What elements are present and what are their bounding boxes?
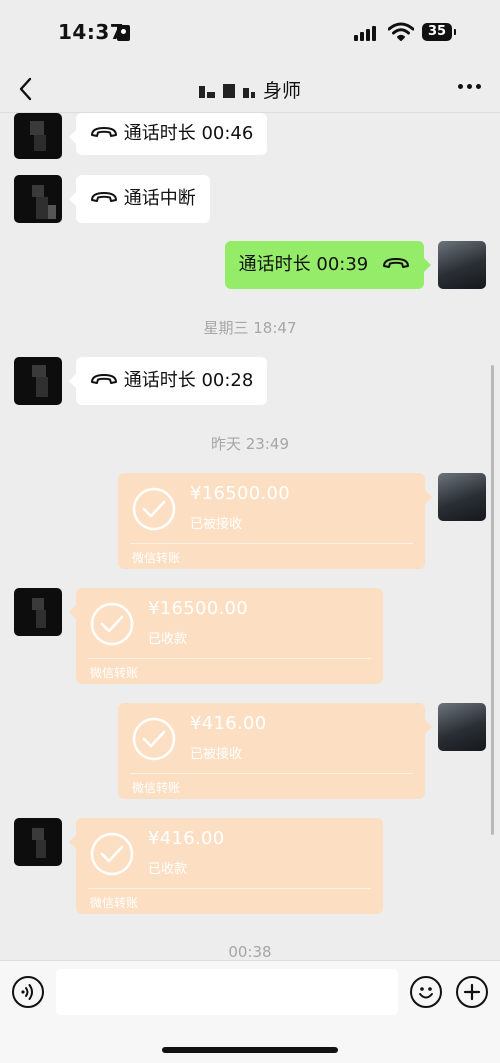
- call-message[interactable]: 通话时长 00:39: [224, 241, 432, 289]
- check-circle-icon: [90, 832, 134, 876]
- transfer-status: 已被接收: [190, 747, 243, 762]
- transfer-status: 已收款: [148, 862, 188, 877]
- message-list[interactable]: 通话时长 00:46 通话中断 通话时长 00:39 星期三 18:47 通话时…: [0, 113, 500, 960]
- ellipsis-icon[interactable]: [458, 84, 482, 92]
- contact-avatar[interactable]: [14, 357, 62, 405]
- transfer-card[interactable]: ¥16500.00 已收款 微信转账: [69, 588, 383, 684]
- contact-avatar[interactable]: [14, 175, 62, 223]
- scrollbar[interactable]: [491, 365, 494, 835]
- chat-title-text: 身师: [263, 80, 302, 102]
- transfer-amount: ¥416.00: [148, 828, 225, 849]
- user-avatar[interactable]: [438, 703, 486, 751]
- battery-indicator: 35: [422, 23, 456, 41]
- contact-avatar[interactable]: [14, 588, 62, 636]
- emoji-icon[interactable]: [410, 976, 442, 1008]
- message-input[interactable]: [56, 969, 398, 1015]
- call-text: 通话时长 00:39: [238, 254, 369, 275]
- transfer-label: 微信转账: [132, 551, 181, 565]
- user-avatar[interactable]: [438, 473, 486, 521]
- phone-icon: [91, 374, 117, 384]
- call-message[interactable]: 通话中断: [69, 175, 210, 223]
- transfer-amount: ¥416.00: [190, 713, 267, 734]
- check-circle-icon: [132, 717, 176, 761]
- transfer-amount: ¥16500.00: [148, 598, 249, 619]
- contact-avatar[interactable]: [14, 113, 62, 159]
- transfer-label: 微信转账: [132, 781, 181, 795]
- transfer-status: 已收款: [148, 632, 188, 647]
- contact-card-icon: [117, 25, 130, 41]
- plus-icon[interactable]: [456, 976, 488, 1008]
- call-text: 通话中断: [123, 188, 196, 209]
- timestamp: 星期三 18:47: [203, 319, 297, 337]
- timestamp: 00:38: [228, 943, 272, 960]
- transfer-label: 微信转账: [90, 896, 139, 910]
- voice-icon[interactable]: [12, 976, 44, 1008]
- phone-icon: [91, 192, 117, 202]
- status-bar: 14:37 35: [0, 0, 500, 66]
- wifi-icon: [388, 22, 414, 41]
- user-avatar[interactable]: [438, 241, 486, 289]
- contact-avatar[interactable]: [14, 818, 62, 866]
- transfer-status: 已被接收: [190, 517, 243, 532]
- call-text: 通话时长 00:46: [123, 123, 254, 144]
- divider: [130, 543, 413, 544]
- call-text: 通话时长 00:28: [123, 370, 254, 391]
- chat-title: 身师: [0, 76, 500, 103]
- divider: [130, 773, 413, 774]
- divider: [88, 888, 371, 889]
- home-indicator[interactable]: [162, 1047, 338, 1053]
- redacted-name: [198, 81, 257, 103]
- transfer-card[interactable]: ¥416.00 已被接收 微信转账: [118, 703, 432, 799]
- check-circle-icon: [90, 602, 134, 646]
- check-circle-icon: [132, 487, 176, 531]
- timestamp: 昨天 23:49: [211, 435, 289, 453]
- transfer-card[interactable]: ¥416.00 已收款 微信转账: [69, 818, 383, 914]
- input-bar: [0, 960, 500, 1063]
- divider: [88, 658, 371, 659]
- phone-icon: [383, 258, 409, 268]
- call-message[interactable]: 通话时长 00:28: [68, 357, 268, 405]
- status-time: 14:37: [58, 20, 125, 44]
- call-message[interactable]: 通话时长 00:46: [68, 113, 268, 155]
- transfer-amount: ¥16500.00: [190, 483, 291, 504]
- phone-icon: [91, 127, 117, 137]
- cellular-signal-icon: [354, 25, 380, 41]
- transfer-card[interactable]: ¥16500.00 已被接收 微信转账: [118, 473, 432, 569]
- transfer-label: 微信转账: [90, 666, 139, 680]
- chat-header: 身师: [0, 66, 500, 113]
